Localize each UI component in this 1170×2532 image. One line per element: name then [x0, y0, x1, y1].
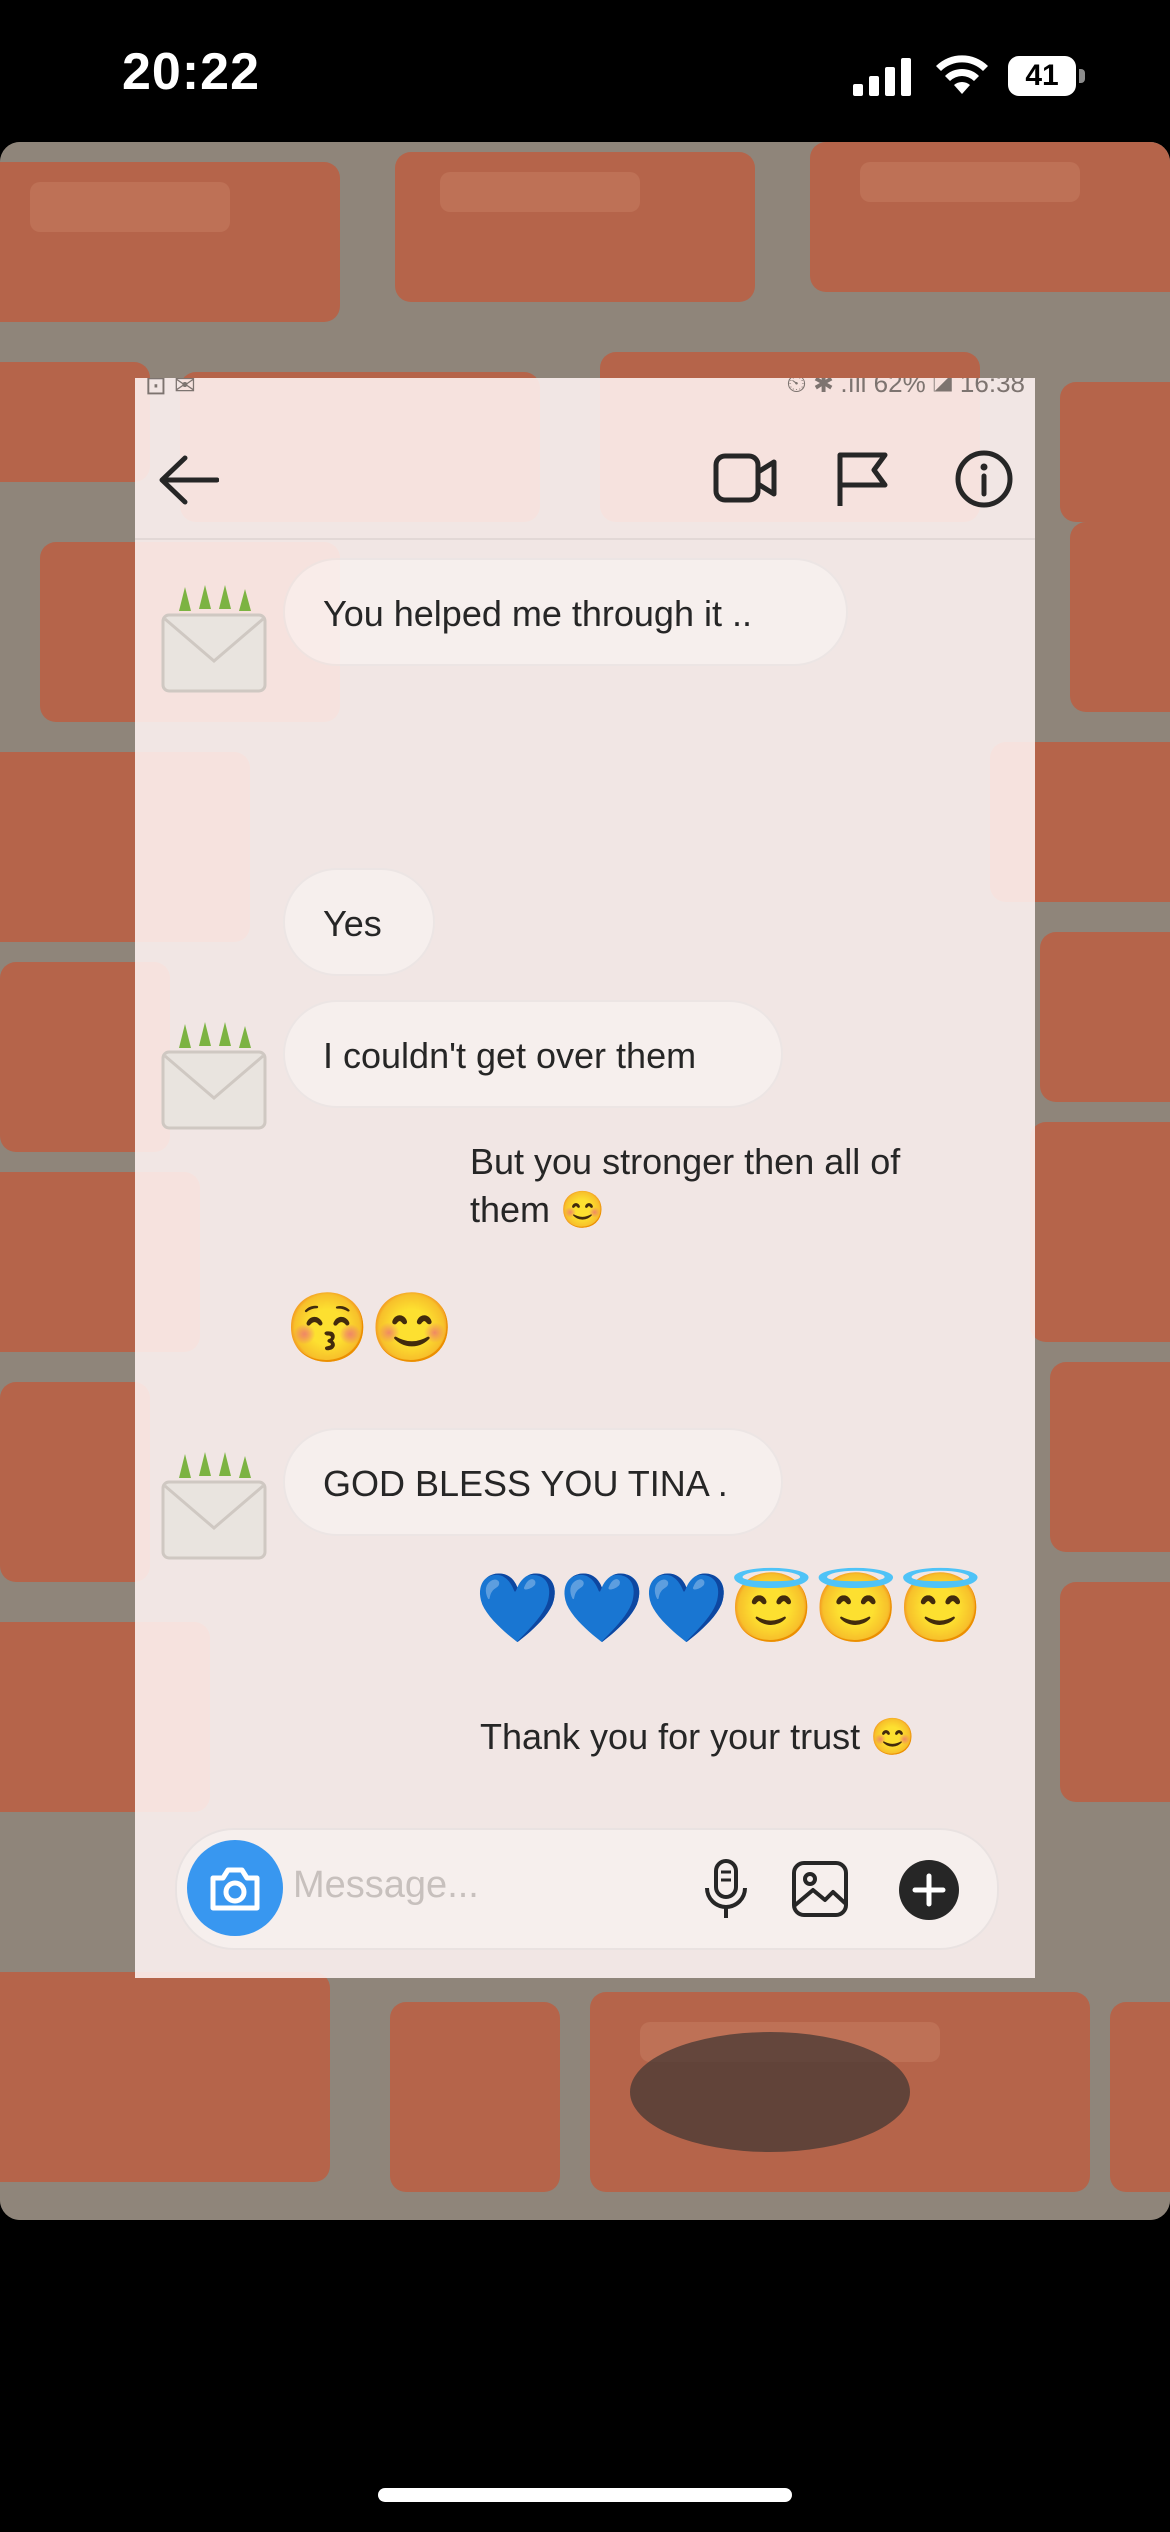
flag-icon[interactable]	[834, 450, 890, 508]
plus-icon[interactable]	[899, 1860, 959, 1920]
camera-button[interactable]	[187, 1840, 283, 1936]
sent-message: But you stronger then all of them 😊	[470, 1141, 901, 1230]
message-text: Yes	[323, 903, 382, 944]
wifi-icon	[936, 55, 988, 94]
status-bar: 20:22 41	[0, 0, 1170, 140]
message-input[interactable]: Message...	[293, 1864, 479, 1907]
message-bubble: Yes	[283, 868, 435, 976]
inner-status-bar: ⊡ ✉ ⏲ ✱ .ıll 62% ◪ 16:38	[135, 378, 1035, 402]
background-photo: ⊡ ✉ ⏲ ✱ .ıll 62% ◪ 16:38 You helped me t…	[0, 142, 1170, 2220]
message-text: GOD BLESS YOU TINA .	[323, 1463, 728, 1504]
arrow-left-icon[interactable]	[157, 452, 219, 508]
clock: 20:22	[122, 43, 260, 101]
home-indicator[interactable]	[378, 2488, 792, 2502]
cellular-signal-icon	[853, 58, 911, 96]
battery-level: 41	[1025, 59, 1059, 92]
envelope-avatar-icon	[161, 1022, 267, 1130]
inner-status-icons: ⊡ ✉	[145, 378, 196, 400]
message-text: I couldn't get over them	[323, 1035, 697, 1076]
emoji-message: 💙💙💙😇😇😇	[475, 1570, 984, 1646]
envelope-avatar-icon	[161, 585, 267, 693]
message-bubble: GOD BLESS YOU TINA .	[283, 1428, 783, 1536]
image-gallery-icon[interactable]	[791, 1860, 849, 1918]
camera-icon	[210, 1867, 260, 1911]
envelope-avatar-icon	[161, 1452, 267, 1560]
message-bubble: You helped me through it ..	[283, 558, 848, 666]
chat-header	[135, 418, 1035, 540]
info-icon[interactable]	[955, 450, 1013, 508]
video-call-icon[interactable]	[713, 450, 777, 506]
sent-message: Thank you for your trust 😊	[480, 1716, 915, 1757]
inner-status-text: ⏲ ✱ .ıll 62% ◪ 16:38	[786, 378, 1025, 398]
message-bubble: I couldn't get over them	[283, 1000, 783, 1108]
battery-indicator: 41	[1008, 56, 1086, 96]
chat-screenshot: ⊡ ✉ ⏲ ✱ .ıll 62% ◪ 16:38 You helped me t…	[135, 378, 1035, 1978]
microphone-icon[interactable]	[703, 1858, 749, 1920]
emoji-message: 😚😊	[285, 1290, 455, 1366]
message-composer: Message...	[175, 1828, 999, 1950]
message-text: You helped me through it ..	[323, 593, 752, 634]
